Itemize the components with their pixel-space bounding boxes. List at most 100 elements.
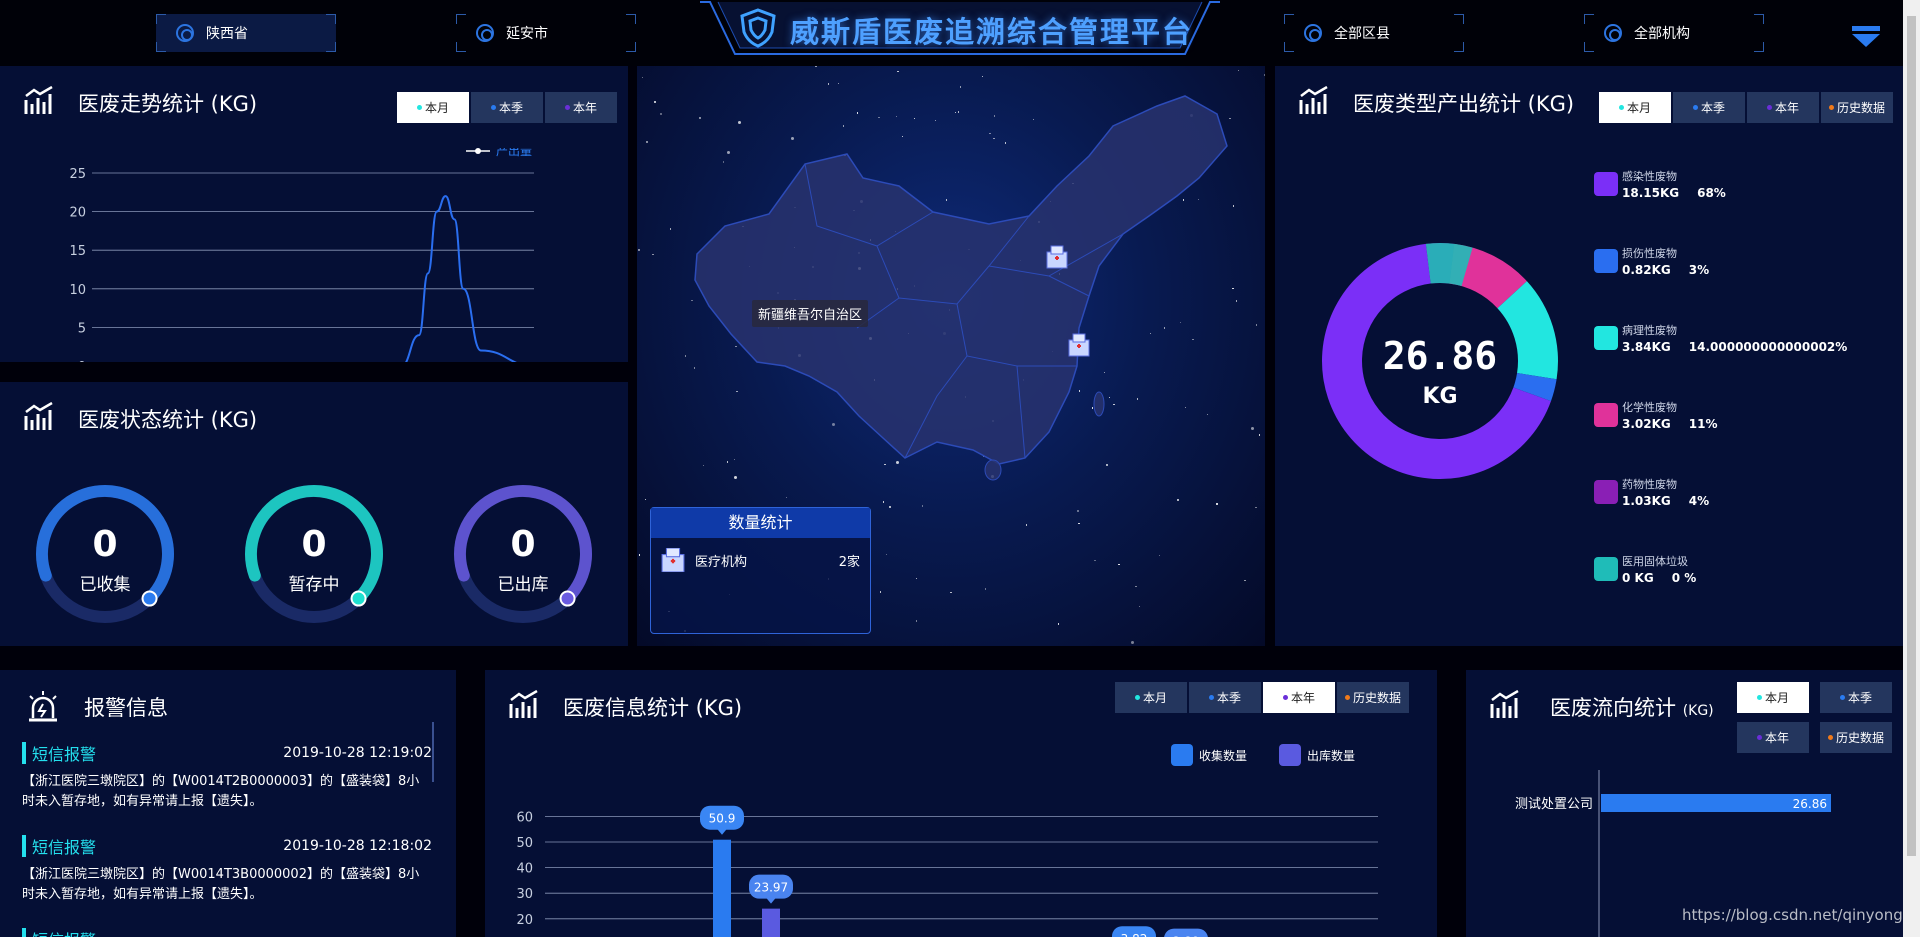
alarm-text: 【浙江医院三墩院区】的【W0014T3B0000002】的【盛装袋】8小时未入暂… <box>22 867 420 902</box>
y-tick-label: 0 <box>78 360 86 362</box>
bar-value-label: 3.82 <box>1121 932 1148 937</box>
status-ring: 0 暂存中 <box>245 485 383 623</box>
badge-pointer <box>717 828 727 835</box>
legend-item[interactable]: 病理性废物 3.84KG 14.000000000000002% <box>1594 322 1865 354</box>
tab-history[interactable]: 历史数据 <box>1820 722 1892 753</box>
status-panel: 医废状态统计 (KG) 0 已收集 0 暂存中 0 已出库 <box>0 382 628 646</box>
legend-name: 医用固体垃圾 <box>1622 555 1688 568</box>
tab-dot-icon <box>1756 695 1762 700</box>
bar-value-badge: 23.97 <box>749 874 793 904</box>
institution-selector[interactable]: 全部机构 <box>1584 14 1764 52</box>
legend-swatch <box>1594 480 1618 504</box>
tab-year[interactable]: 本年 <box>545 92 617 123</box>
legend-collected[interactable]: 收集数量 <box>1171 744 1247 766</box>
tab-dot-icon <box>1344 695 1350 700</box>
bar[interactable] <box>762 908 780 937</box>
province-label: 陕西省 <box>206 26 248 42</box>
tab-quarter[interactable]: 本季 <box>1189 682 1261 713</box>
chart-trend-icon <box>1299 86 1328 114</box>
status-rings: 0 已收集 0 暂存中 0 已出库 <box>36 485 592 623</box>
alarm-type: 短信报警 <box>32 838 97 857</box>
chart-trend-icon <box>1490 690 1519 718</box>
page-scrollbar[interactable] <box>1903 0 1920 937</box>
ring-value: 0 <box>92 524 117 565</box>
district-selector[interactable]: 全部区县 <box>1284 14 1464 52</box>
tab-month[interactable]: 本月 <box>1737 682 1809 713</box>
province-selector[interactable]: 陕西省 <box>156 14 336 52</box>
tab-dot-icon <box>1828 105 1834 110</box>
tab-dot-icon <box>1766 105 1772 110</box>
tab-dot-icon <box>1618 105 1624 110</box>
dropdown-menu-icon[interactable] <box>1852 26 1880 48</box>
legend-item[interactable]: 医用固体垃圾 0 KG 0 % <box>1594 553 1714 585</box>
taiwan-island <box>1093 391 1105 417</box>
legend-item[interactable]: 损伤性废物 0.82KG 3% <box>1594 245 1727 277</box>
tab-history[interactable]: 历史数据 <box>1821 92 1893 123</box>
location-target-icon <box>1304 24 1322 42</box>
city-selector[interactable]: 延安市 <box>456 14 636 52</box>
bar-value-badge: 3.82 <box>1112 926 1156 937</box>
info-panel: 医废信息统计 (KG) 本月 本季 本年 历史数据 收集数量 出库数量 1020… <box>485 670 1437 937</box>
bar-value-label: 26.86 <box>1793 797 1827 811</box>
alarm-siren-icon <box>29 691 57 722</box>
alarm-item[interactable]: 短信报警 2019-10-28 12:18:02 【浙江医院三墩院区】的【W00… <box>22 835 432 905</box>
legend-value: 3.02KG <box>1622 417 1671 431</box>
legend-value: 3.84KG <box>1622 340 1671 354</box>
tab-dot-icon <box>490 105 496 110</box>
alarm-item[interactable]: 短信报警 <box>22 928 432 937</box>
stat-row-label: 医疗机构 <box>695 554 748 570</box>
tab-quarter[interactable]: 本季 <box>1673 92 1745 123</box>
trend-line-chart: 051015202501-01201903-25201911-012019产出量 <box>69 148 534 362</box>
legend-swatch <box>1594 557 1618 581</box>
tab-quarter[interactable]: 本季 <box>1820 682 1892 713</box>
tab-year[interactable]: 本年 <box>1747 92 1819 123</box>
legend-name: 损伤性废物 <box>1622 247 1677 260</box>
legend-swatch <box>1279 744 1301 766</box>
legend-marker <box>475 148 481 154</box>
legend-item[interactable]: 药物性废物 1.03KG 4% <box>1594 476 1727 508</box>
tab-month[interactable]: 本月 <box>1115 682 1187 713</box>
bar-value-badge: 2.89 <box>1164 928 1208 937</box>
alarm-time: 2019-10-28 12:19:02 <box>283 745 432 761</box>
tab-year[interactable]: 本年 <box>1737 722 1809 753</box>
alarm-scroll-indicator[interactable] <box>432 722 434 782</box>
alarm-text: 【浙江医院三墩院区】的【W0014T2B0000003】的【盛装袋】8小时未入暂… <box>22 774 420 809</box>
tab-month[interactable]: 本月 <box>397 92 469 123</box>
legend-item[interactable]: 感染性废物 18.15KG 68% <box>1594 168 1744 200</box>
alarm-type: 短信报警 <box>32 745 97 764</box>
chart-trend-icon <box>24 402 53 430</box>
stat-row-value: 2家 <box>838 554 860 570</box>
scrollbar-thumb[interactable] <box>1907 16 1916 856</box>
bar[interactable] <box>713 839 731 937</box>
badge-pointer <box>766 897 776 904</box>
map-panel[interactable]: 新疆维吾尔自治区 数量统计 医疗机构 2家 <box>637 66 1265 646</box>
tab-month[interactable]: 本月 <box>1599 92 1671 123</box>
y-tick-label: 50 <box>516 836 533 851</box>
shield-logo-icon <box>740 8 776 48</box>
tab-history[interactable]: 历史数据 <box>1337 682 1409 713</box>
y-tick-label: 15 <box>69 244 86 259</box>
alarm-time: 2019-10-28 12:18:02 <box>283 838 432 854</box>
info-panel-title: 医废信息统计 (KG) <box>563 696 743 720</box>
legend-percent: 68% <box>1697 186 1726 200</box>
count-stat-box: 数量统计 医疗机构 2家 <box>650 507 871 634</box>
tab-quarter[interactable]: 本季 <box>471 92 543 123</box>
watermark-url: https://blog.csdn.net/qinyongqa <box>1682 906 1920 924</box>
alarm-panel-title: 报警信息 <box>84 696 168 720</box>
alarm-item[interactable]: 短信报警 2019-10-28 12:19:02 【浙江医院三墩院区】的【W00… <box>22 742 432 812</box>
legend-output[interactable]: 产出量 <box>466 148 532 158</box>
legend-shipped[interactable]: 出库数量 <box>1279 744 1355 766</box>
ring-knob <box>350 590 367 607</box>
legend-swatch <box>1594 249 1618 273</box>
legend-value: 18.15KG <box>1622 186 1680 200</box>
y-tick-label: 20 <box>516 913 533 928</box>
location-target-icon <box>1604 24 1622 42</box>
tab-year[interactable]: 本年 <box>1263 682 1335 713</box>
legend-item[interactable]: 化学性废物 3.02KG 11% <box>1594 399 1736 431</box>
app-title: 威斯盾医废追溯综合管理平台 <box>790 15 1194 49</box>
tab-dot-icon <box>1692 105 1698 110</box>
stat-row: 医疗机构 2家 <box>661 548 860 572</box>
location-target-icon <box>176 24 194 42</box>
type-donut-chart: 26.86 KG <box>1322 243 1558 479</box>
institution-label: 全部机构 <box>1634 26 1690 42</box>
